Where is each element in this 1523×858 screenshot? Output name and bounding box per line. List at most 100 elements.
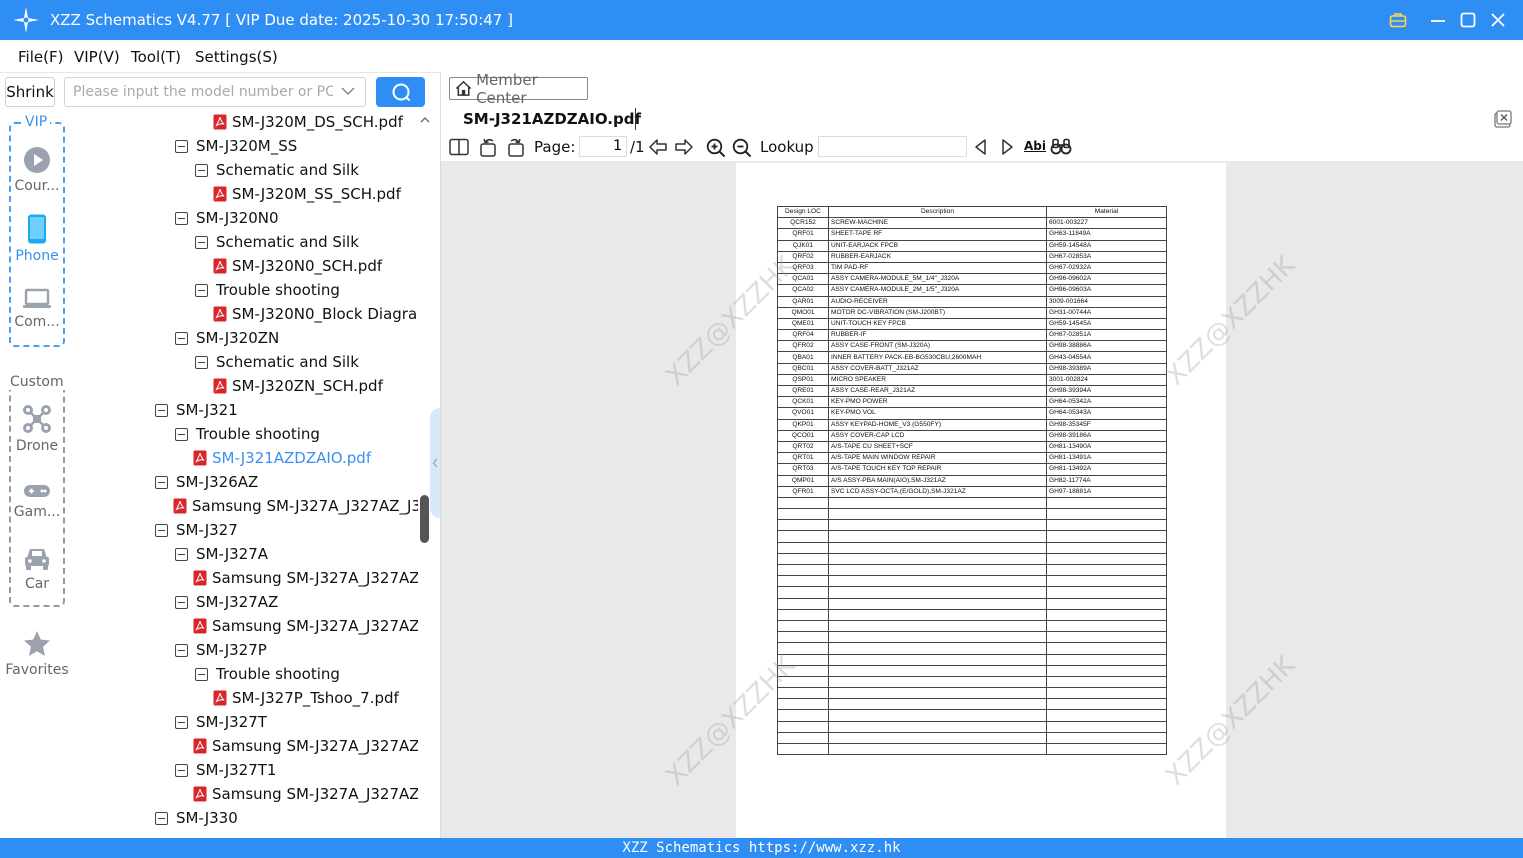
page-number-input[interactable]: 1 [579, 136, 627, 157]
collapse-toggle-icon[interactable] [195, 163, 208, 177]
collapse-toggle-icon[interactable] [195, 355, 208, 369]
menu-settings[interactable]: Settings(S) [195, 48, 278, 66]
sidebar-item-computer[interactable]: Com... [0, 288, 74, 330]
tree-file-item[interactable]: SM-J320M_DS_SCH.pdf [213, 112, 403, 134]
tree-folder-item[interactable]: SM-J320ZN [175, 326, 279, 350]
tree-folder-item[interactable]: Trouble shooting [175, 422, 320, 446]
tree-file-item[interactable]: Samsung SM-J327A_J327AZ_J3... [173, 494, 418, 518]
find-all-binoculars-icon[interactable] [1050, 138, 1072, 156]
rotate-right-icon[interactable] [505, 138, 525, 158]
collapse-toggle-icon[interactable] [195, 283, 208, 297]
tree-folder-item[interactable]: SM-J320M_SS [175, 134, 297, 158]
sidebar-item-car[interactable]: Car [0, 546, 74, 592]
menu-tool[interactable]: Tool(T) [131, 48, 181, 66]
match-case-button[interactable]: Abi [1024, 139, 1046, 153]
collapse-toggle-icon[interactable] [175, 211, 188, 225]
collapse-toggle-icon[interactable] [195, 667, 208, 681]
close-tab-icon[interactable] [1494, 110, 1512, 128]
search-button[interactable] [376, 77, 425, 107]
tree-file-item[interactable]: SM-J320N0_SCH.pdf [213, 254, 382, 278]
tree-folder-item[interactable]: Trouble shooting [195, 278, 340, 302]
two-page-view-icon[interactable] [449, 138, 469, 156]
tree-folder-item[interactable]: Schematic and Silk [195, 230, 359, 254]
tree-folder-item[interactable]: Schematic and Silk [195, 158, 359, 182]
tree-file-item[interactable]: SM-J320M_SS_SCH.pdf [213, 182, 401, 206]
collapse-toggle-icon[interactable] [155, 523, 168, 537]
menu-vip[interactable]: VIP(V) [74, 48, 120, 66]
sidebar-item-favorites[interactable]: Favorites [0, 630, 74, 678]
bom-row: QVO01 KEY-PMO VOL GH64-05343A [777, 407, 1167, 420]
tree-file-item[interactable]: Samsung SM-J327A_J327AZ_... [193, 614, 418, 638]
vip-badge-button[interactable] [1386, 8, 1410, 32]
tree-scrollbar-thumb[interactable] [420, 495, 429, 543]
next-page-arrow-icon[interactable] [674, 138, 694, 156]
menu-file[interactable]: File(F) [18, 48, 63, 66]
tree-folder-item[interactable]: SM-J327P [175, 638, 267, 662]
collapse-toggle-icon[interactable] [155, 475, 168, 489]
tree-file-item[interactable]: SM-J320ZN_SCH.pdf [213, 374, 383, 398]
collapse-toggle-icon[interactable] [175, 715, 188, 729]
rotate-left-icon[interactable] [479, 138, 499, 158]
pdf-viewer[interactable]: Design LOC Description Material QCR152 SC… [441, 161, 1523, 838]
find-previous-icon[interactable] [973, 138, 989, 156]
lookup-input[interactable] [818, 136, 967, 157]
zoom-in-icon[interactable] [706, 138, 726, 158]
minimize-button[interactable] [1426, 8, 1450, 32]
bom-row: QRT03 A/S-TAPE TOUCH KEY TOP REPAIR GH81-1… [777, 463, 1167, 476]
tree-folder-item[interactable]: SM-J327A [175, 542, 268, 566]
tab-divider [635, 108, 636, 130]
scroll-up-icon[interactable] [420, 116, 430, 124]
tree-file-item[interactable]: SM-J320N0_Block Diagram [213, 302, 418, 326]
close-button[interactable] [1486, 8, 1510, 32]
tree-folder-item[interactable]: Trouble shooting [195, 662, 340, 686]
tree-folder-item[interactable]: SM-J327T1 [175, 758, 276, 782]
sidebar-item-phone[interactable]: Phone [0, 214, 74, 264]
tree-folder-item[interactable]: SM-J320N0 [175, 206, 279, 230]
collapse-toggle-icon[interactable] [175, 547, 188, 561]
collapse-toggle-icon[interactable] [175, 139, 188, 153]
bom-cell [828, 664, 1047, 677]
bom-cell [828, 687, 1047, 700]
bom-cell [777, 720, 829, 733]
find-next-icon[interactable] [999, 138, 1015, 156]
tree-folder-item[interactable]: Schematic and Silk [195, 350, 359, 374]
bom-cell: GH67-02851A [1046, 329, 1167, 342]
collapse-toggle-icon[interactable] [175, 763, 188, 777]
tree-file-item[interactable]: Samsung SM-J327A_J327AZ_... [193, 782, 418, 806]
chevron-down-icon[interactable] [341, 86, 355, 96]
bom-cell [828, 619, 1047, 633]
sidebar-item-drone[interactable]: Drone [0, 404, 74, 454]
tree-folder-item[interactable]: SM-J321 [155, 398, 238, 422]
tab-document[interactable]: SM-J321AZDZAIO.pdf [463, 110, 641, 128]
collapse-toggle-icon[interactable] [175, 643, 188, 657]
member-center-button[interactable]: Member Center [449, 71, 588, 107]
tree-folder-item[interactable]: SM-J327 [155, 518, 238, 542]
maximize-button[interactable] [1456, 8, 1480, 32]
tree-file-item[interactable]: Samsung SM-J327A_J327AZ_... [193, 734, 418, 758]
shrink-button[interactable]: Shrink [5, 77, 55, 107]
collapse-toggle-icon[interactable] [155, 811, 168, 825]
collapse-toggle-icon[interactable] [175, 427, 188, 441]
tree-file-item[interactable]: SM-J327P_Tshoo_7.pdf [213, 686, 399, 710]
collapse-toggle-icon[interactable] [155, 403, 168, 417]
sidebar-item-games[interactable]: Gam... [0, 482, 74, 520]
bom-cell [777, 541, 829, 554]
tree-file-item[interactable]: SM-J321AZDZAIO.pdf [193, 446, 371, 470]
prev-page-arrow-icon[interactable] [648, 138, 668, 156]
model-search-input[interactable] [73, 82, 333, 102]
tree-folder-item[interactable]: SM-J326AZ [155, 470, 258, 494]
tree-folder-item[interactable]: SM-J327T [175, 710, 267, 734]
bom-cell: QKP01 [777, 418, 829, 431]
zoom-out-icon[interactable] [732, 138, 752, 158]
tree-folder-item[interactable]: SM-J330 [155, 806, 238, 830]
tree-file-item[interactable]: Samsung SM-J327A_J327AZ_... [193, 566, 418, 590]
collapse-toggle-icon[interactable] [195, 235, 208, 249]
bom-cell [777, 687, 829, 700]
bom-cell [777, 575, 829, 588]
bom-cell [1046, 496, 1167, 510]
collapse-toggle-icon[interactable] [175, 331, 188, 345]
sidebar-item-courses[interactable]: Cour... [0, 146, 74, 194]
tree-folder-item[interactable]: SM-J327AZ [175, 590, 278, 614]
collapse-toggle-icon[interactable] [175, 595, 188, 609]
model-search-combobox[interactable] [64, 77, 366, 107]
